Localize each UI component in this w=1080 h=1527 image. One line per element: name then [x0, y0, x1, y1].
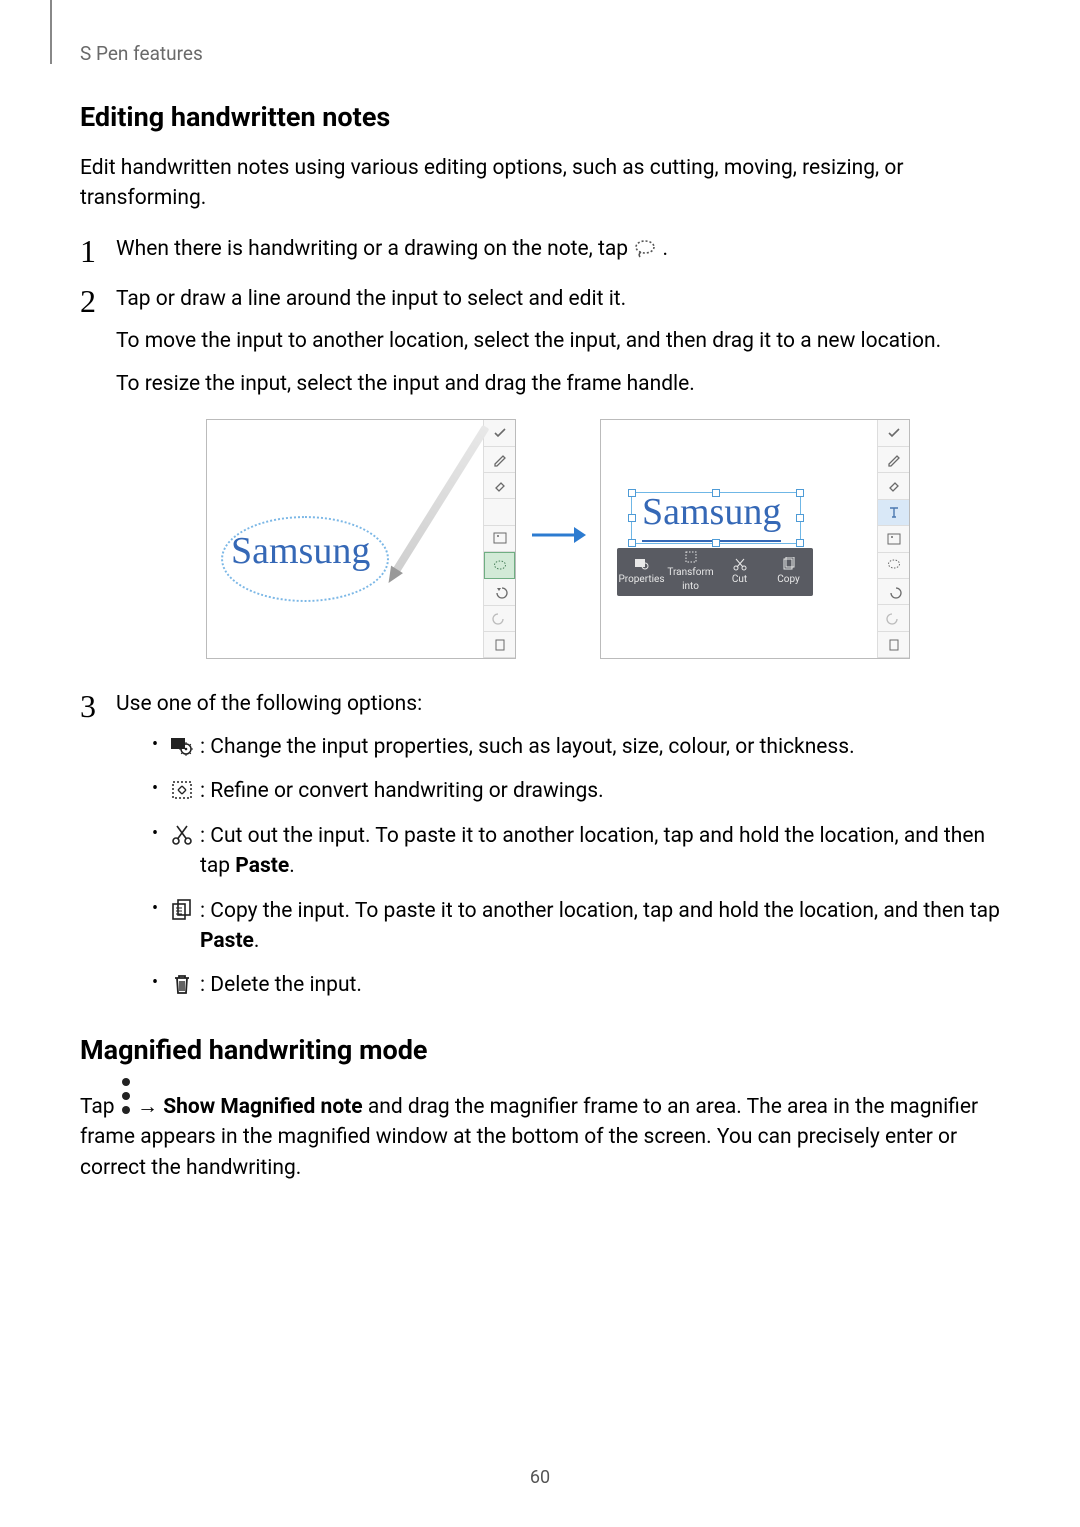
- toolbar-lasso-icon: [878, 553, 909, 579]
- selection-box: Samsung: [631, 492, 801, 544]
- option-transform: : Refine or convert handwriting or drawi…: [146, 776, 1000, 806]
- option-copy-bold: Paste: [200, 929, 254, 953]
- delete-icon: [170, 973, 194, 995]
- context-properties: Properties: [617, 548, 666, 596]
- resize-handle: [628, 489, 636, 497]
- step-1-post: .: [663, 237, 669, 261]
- resize-handle: [712, 489, 720, 497]
- resize-handle: [628, 514, 636, 522]
- step-number: 2: [80, 278, 96, 324]
- figure: Samsung: [116, 419, 1000, 659]
- context-transform: Transform into: [666, 548, 715, 596]
- context-cut-label: Cut: [732, 573, 747, 588]
- props-icon: [170, 735, 194, 757]
- steps-list: 1 When there is handwriting or a drawing…: [80, 234, 1000, 1001]
- toolbar-redo-icon: [484, 606, 515, 632]
- option-delete-text: : Delete the input.: [200, 973, 362, 997]
- option-delete: : Delete the input.: [146, 970, 1000, 1000]
- figure-left-pane: Samsung: [206, 419, 516, 659]
- toolbar-undo-icon: [484, 579, 515, 605]
- option-copy: : Copy the input. To paste it to another…: [146, 896, 1000, 957]
- page: S Pen features Editing handwritten notes…: [0, 0, 1080, 1527]
- toolbar-text-icon: [484, 499, 515, 525]
- step-1-text: When there is handwriting or a drawing o…: [116, 234, 1000, 264]
- step-number: 1: [80, 228, 96, 274]
- resize-handle: [796, 539, 804, 547]
- toolbar-text-icon: [878, 500, 909, 526]
- context-copy: Copy: [764, 548, 813, 596]
- arrow-right-icon: [530, 523, 586, 556]
- toolbar-image-icon: [878, 526, 909, 552]
- resize-handle: [796, 514, 804, 522]
- option-copy-pre: : Copy the input. To paste it to another…: [200, 899, 1000, 923]
- toolbar-image-icon: [484, 526, 515, 552]
- toolbar-redo-icon: [878, 605, 909, 631]
- magnified-pre: Tap: [80, 1095, 120, 1119]
- toolbar-eraser-icon: [878, 473, 909, 499]
- toolbar-undo-icon: [878, 579, 909, 605]
- option-cut-bold: Paste: [235, 854, 289, 878]
- step-1-pre: When there is handwriting or a drawing o…: [116, 237, 633, 261]
- cut-icon: [170, 824, 194, 846]
- option-cut-post: .: [289, 854, 295, 878]
- option-cut-pre: : Cut out the input. To paste it to anot…: [200, 824, 985, 878]
- intro-paragraph: Edit handwritten notes using various edi…: [80, 153, 1000, 214]
- transform-icon: [170, 779, 194, 801]
- toolbar-more-icon: [484, 632, 515, 658]
- resize-handle: [712, 539, 720, 547]
- heading-magnified: Magnified handwriting mode: [80, 1031, 1000, 1070]
- step-2-line1: Tap or draw a line around the input to s…: [116, 284, 1000, 314]
- more-icon: [120, 1086, 132, 1106]
- page-number: 60: [0, 1465, 1080, 1491]
- toolbar-right: [877, 420, 909, 658]
- context-properties-label: Properties: [618, 573, 664, 588]
- toolbar-eraser-icon: [484, 473, 515, 499]
- s-pen-icon: [393, 425, 490, 573]
- canvas-right: Samsung: [601, 420, 877, 658]
- toolbar-check-icon: [484, 420, 515, 446]
- step-2-line2: To move the input to another location, s…: [116, 326, 1000, 356]
- figure-right-pane: Samsung: [600, 419, 910, 659]
- magnified-paragraph: Tap → Show Magnified note and drag the m…: [80, 1086, 1000, 1183]
- context-menu: Properties Transform into Cut: [617, 548, 813, 596]
- chapter-title: S Pen features: [80, 40, 1000, 68]
- handwriting-sample-left: Samsung: [231, 524, 370, 579]
- step-3: 3 Use one of the following options: : Ch…: [80, 689, 1000, 1001]
- spine-rule: [50, 0, 52, 64]
- resize-handle: [796, 489, 804, 497]
- toolbar-check-icon: [878, 420, 909, 446]
- step-2-line3: To resize the input, select the input an…: [116, 369, 1000, 399]
- option-properties: : Change the input properties, such as l…: [146, 732, 1000, 762]
- option-properties-text: : Change the input properties, such as l…: [200, 735, 855, 759]
- context-transform-label: Transform into: [667, 566, 713, 595]
- toolbar-pen-icon: [484, 447, 515, 473]
- option-transform-text: : Refine or convert handwriting or drawi…: [200, 779, 604, 803]
- canvas-left: Samsung: [207, 420, 483, 658]
- option-copy-post: .: [254, 929, 260, 953]
- resize-handle: [628, 539, 636, 547]
- step-number: 3: [80, 683, 96, 729]
- step-2: 2 Tap or draw a line around the input to…: [80, 284, 1000, 659]
- copy-icon: [170, 899, 194, 921]
- step-3-lead: Use one of the following options:: [116, 689, 1000, 719]
- toolbar-left: [483, 420, 515, 658]
- lasso-icon: [633, 238, 657, 258]
- context-copy-label: Copy: [777, 573, 800, 588]
- heading-editing: Editing handwritten notes: [80, 98, 1000, 137]
- toolbar-more-icon: [878, 632, 909, 658]
- magnified-arrow: →: [132, 1095, 163, 1119]
- context-cut: Cut: [715, 548, 764, 596]
- toolbar-lasso-icon: [484, 552, 515, 579]
- step-1: 1 When there is handwriting or a drawing…: [80, 234, 1000, 264]
- option-cut: : Cut out the input. To paste it to anot…: [146, 821, 1000, 882]
- toolbar-pen-icon: [878, 447, 909, 473]
- magnified-bold: Show Magnified note: [163, 1095, 362, 1119]
- option-list: : Change the input properties, such as l…: [116, 732, 1000, 1001]
